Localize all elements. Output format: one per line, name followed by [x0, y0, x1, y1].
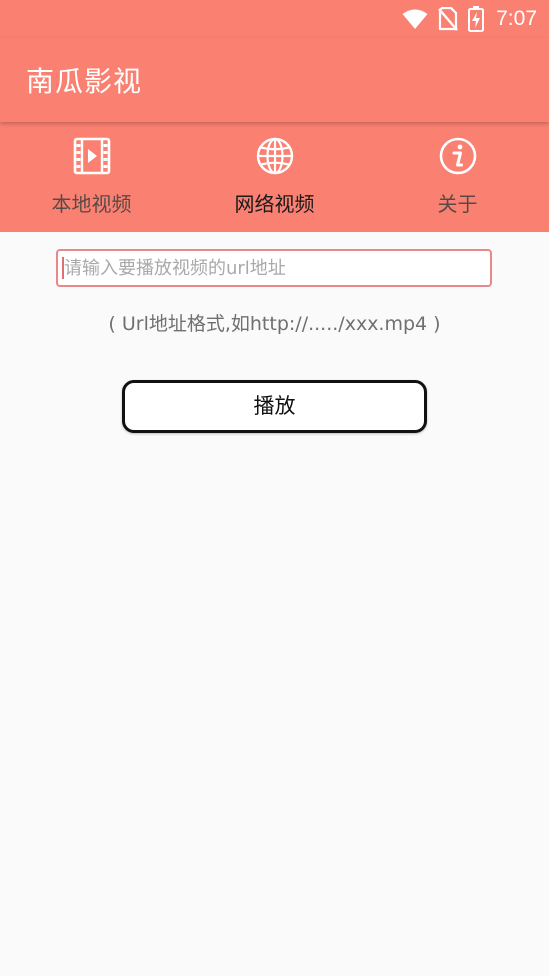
text-cursor — [62, 257, 64, 279]
tab-local-video[interactable]: 本地视频 — [0, 122, 183, 232]
app-title: 南瓜影视 — [26, 65, 143, 98]
tab-label-network-video: 网络视频 — [234, 192, 315, 216]
tab-label-about: 关于 — [437, 192, 478, 216]
app-bar: 南瓜影视 — [0, 38, 549, 122]
tab-about[interactable]: 关于 — [366, 122, 549, 232]
info-icon — [439, 137, 476, 175]
status-icons: 7:07 — [402, 6, 537, 32]
url-input[interactable] — [56, 249, 492, 287]
status-time: 7:07 — [496, 7, 537, 30]
no-sim-icon — [438, 7, 459, 31]
play-button[interactable]: 播放 — [122, 380, 427, 433]
tab-network-video[interactable]: 网络视频 — [183, 122, 366, 232]
status-bar: 7:07 — [0, 0, 549, 38]
tab-bar: 本地视频 网络视频 关于 — [0, 122, 549, 232]
url-format-hint: ( Url地址格式,如http://...../xxx.mp4 ) — [108, 313, 441, 335]
battery-charging-icon — [468, 6, 485, 32]
film-icon — [73, 137, 110, 175]
tab-label-local-video: 本地视频 — [51, 192, 132, 216]
globe-icon — [256, 137, 293, 175]
wifi-icon — [402, 9, 428, 29]
